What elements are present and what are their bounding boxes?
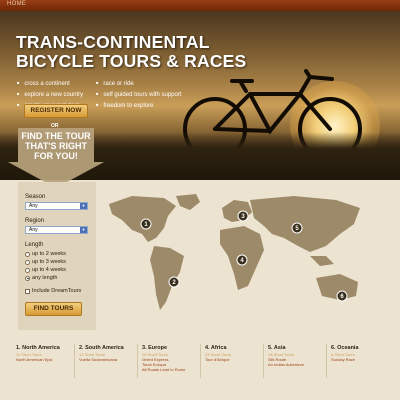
top-nav-bar: HOME xyxy=(0,0,400,11)
tour-link[interactable]: Sunday Race xyxy=(331,357,389,362)
region-oceania[interactable]: 6. Oceania 6 Short Tours Sunday Race xyxy=(331,345,389,362)
length-option-any[interactable]: any length xyxy=(25,275,57,281)
checkbox[interactable] xyxy=(25,288,30,294)
region-africa[interactable]: 4. Africa 23 Short Tours Tour d'Afrique xyxy=(205,345,263,362)
feature-list-right: race or ride self guided tours with supp… xyxy=(96,78,181,111)
chevron-down-icon: ▼ xyxy=(80,203,87,209)
chevron-down-icon: ▼ xyxy=(80,227,87,233)
tour-link[interactable]: All Roads Lead to Rome xyxy=(142,367,200,372)
world-map: 1 2 3 4 5 6 xyxy=(109,194,360,310)
find-tours-button[interactable]: FIND TOURS xyxy=(25,302,82,316)
map-asia xyxy=(250,196,360,252)
radio-button[interactable] xyxy=(25,259,30,265)
length-option-4-weeks[interactable]: up to 4 weeks xyxy=(25,267,66,273)
region-europe[interactable]: 3. Europe 15 Short Tours Orient Express … xyxy=(142,345,200,372)
region-north-america[interactable]: 1. North America 11 Short Tours North Am… xyxy=(16,345,74,362)
feature-item: cross a continent xyxy=(17,78,83,89)
region-divider xyxy=(137,344,138,378)
region-south-america[interactable]: 2. South America 12 Short Tours Vuelta S… xyxy=(79,345,137,362)
season-label: Season xyxy=(25,194,46,200)
region-label: Region xyxy=(25,218,45,224)
region-asia[interactable]: 5. Asia 18 Short Tours Silk Route An Ind… xyxy=(268,345,326,367)
feature-item: self guided tours with support xyxy=(96,89,181,100)
feature-item: explore a new country xyxy=(17,89,83,100)
register-now-button[interactable]: REGISTER NOW xyxy=(24,104,88,118)
radio-button-selected[interactable] xyxy=(25,275,30,281)
map-north-america xyxy=(109,196,176,242)
season-select[interactable]: Any ▼ xyxy=(25,202,88,210)
map-southeast-asia xyxy=(310,256,334,266)
tour-link[interactable]: Tour d'Afrique xyxy=(205,357,263,362)
region-divider xyxy=(74,344,75,378)
include-dreamtours-checkbox[interactable]: Include DreamTours xyxy=(25,288,81,294)
region-name: 2. South America xyxy=(79,345,124,351)
feature-item: freedom to explore xyxy=(96,100,181,111)
tour-link[interactable]: Vuelta Sudamericana xyxy=(79,357,137,362)
region-divider xyxy=(326,344,327,378)
map-south-america xyxy=(150,246,184,310)
feature-item: race or ride xyxy=(96,78,181,89)
length-option-2-weeks[interactable]: up to 2 weeks xyxy=(25,251,66,257)
length-option-3-weeks[interactable]: up to 3 weeks xyxy=(25,259,66,265)
region-name: 6. Oceania xyxy=(331,345,359,351)
region-divider xyxy=(200,344,201,378)
hero-title: TRANS-CONTINENTAL BICYCLE TOURS & RACES xyxy=(16,32,247,71)
region-name: 4. Africa xyxy=(205,345,227,351)
region-divider xyxy=(263,344,264,378)
radio-button[interactable] xyxy=(25,251,30,257)
radio-button[interactable] xyxy=(25,267,30,273)
nav-home-link[interactable]: HOME xyxy=(7,1,26,7)
region-select[interactable]: Any ▼ xyxy=(25,226,88,234)
region-name: 1. North America xyxy=(16,345,60,351)
tour-link[interactable]: An Indian Adventure xyxy=(268,362,326,367)
tour-link[interactable]: North American Epic xyxy=(16,357,74,362)
length-label: Length xyxy=(25,242,44,248)
region-name: 3. Europe xyxy=(142,345,168,351)
find-tour-heading: FIND THE TOUR THAT'S RIGHT FOR YOU! xyxy=(21,131,91,161)
map-greenland xyxy=(176,194,200,210)
region-name: 5. Asia xyxy=(268,345,286,351)
